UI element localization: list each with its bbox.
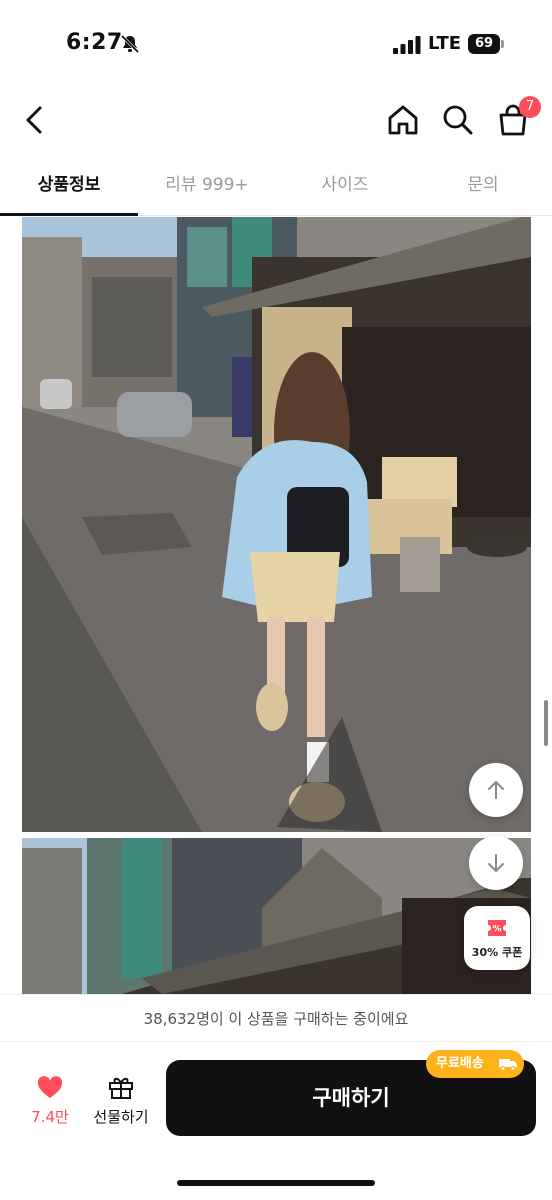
status-bar: 6:27 LTE 69 [0, 0, 552, 90]
battery-level: 69 [468, 34, 500, 54]
network-label: LTE [428, 33, 462, 54]
free-shipping-label: 무료배송 [436, 1056, 484, 1071]
coupon-icon: % [488, 920, 506, 936]
arrow-up-icon [488, 781, 504, 799]
tab-reviews[interactable]: 리뷰 999+ [138, 160, 276, 216]
product-photo [22, 217, 531, 832]
app-header [0, 90, 552, 150]
coupon-label: 30% 쿠폰 [471, 946, 523, 959]
street-photo-illustration [22, 217, 531, 832]
gift-button[interactable]: 선물하기 [88, 1072, 154, 1132]
battery-tip [501, 40, 504, 48]
tab-active-indicator [0, 213, 138, 216]
truck-icon [499, 1059, 517, 1071]
street-photo-illustration [22, 838, 531, 994]
product-tabs: 상품정보 리뷰 999+ 사이즈 문의 [0, 160, 552, 216]
tab-size[interactable]: 사이즈 [276, 160, 414, 216]
home-indicator [177, 1180, 375, 1186]
gift-label: 선물하기 [93, 1108, 149, 1126]
coupon-button[interactable]: % 30% 쿠폰 [464, 906, 530, 970]
like-count: 7.4만 [31, 1108, 69, 1126]
battery-icon: 69 [468, 34, 504, 54]
scroll-up-button[interactable] [469, 763, 523, 817]
heart-icon [37, 1076, 63, 1098]
svg-text:%: % [492, 925, 501, 935]
home-icon[interactable] [383, 100, 423, 140]
bell-muted-icon [120, 34, 140, 54]
product-photo [22, 838, 531, 994]
search-icon[interactable] [438, 100, 478, 140]
back-arrow-icon[interactable] [14, 100, 54, 140]
signal-icon [393, 36, 421, 54]
cart-count-badge: 7 [519, 96, 541, 118]
scrollbar-thumb[interactable] [544, 700, 548, 746]
like-button[interactable]: 7.4만 [20, 1072, 80, 1132]
tab-product-info[interactable]: 상품정보 [0, 160, 138, 216]
scroll-down-button[interactable] [469, 836, 523, 890]
status-time: 6:27 [66, 30, 123, 55]
arrow-down-icon [488, 854, 504, 872]
bottom-action-bar: 7.4만 선물하기 구매하기 무료배송 [0, 1042, 552, 1200]
gift-icon [109, 1077, 133, 1099]
purchase-activity-notice: 38,632명이 이 상품을 구매하는 중이에요 [0, 994, 552, 1042]
free-shipping-badge: 무료배송 [426, 1050, 524, 1078]
tab-inquiry[interactable]: 문의 [414, 160, 552, 216]
